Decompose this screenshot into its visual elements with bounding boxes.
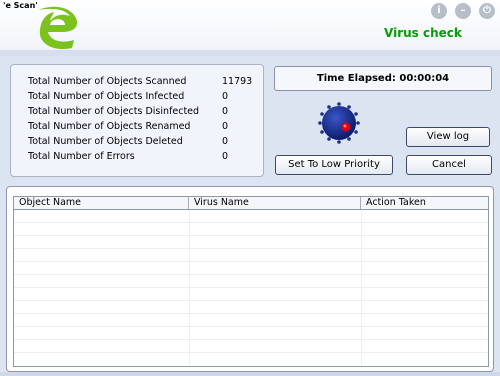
results-panel: Object Name Virus Name Action Taken <box>6 186 494 372</box>
row-line <box>14 313 488 314</box>
column-header-virus-name[interactable]: Virus Name <box>189 197 361 209</box>
scan-progress-globe-icon <box>318 102 360 144</box>
brand-name: 'e Scan' <box>3 1 38 10</box>
stat-value: 0 <box>222 91 229 102</box>
stat-value: 0 <box>222 151 229 162</box>
column-header-object-name[interactable]: Object Name <box>14 197 189 209</box>
low-priority-button[interactable]: Set To Low Priority <box>275 155 393 175</box>
window-title: Virus check <box>384 26 462 40</box>
row-line <box>14 261 488 262</box>
row-line <box>14 274 488 275</box>
stat-label: Total Number of Objects Infected <box>28 91 185 102</box>
stat-row-errors: Total Number of Errors 0 <box>28 151 258 165</box>
row-line <box>14 326 488 327</box>
stat-label: Total Number of Errors <box>28 151 135 162</box>
time-elapsed-label: Time Elapsed: <box>316 73 396 84</box>
cancel-label: Cancel <box>432 159 466 170</box>
stat-label: Total Number of Objects Scanned <box>28 76 187 87</box>
stat-value: 0 <box>222 121 229 132</box>
low-priority-label: Set To Low Priority <box>288 159 380 170</box>
stat-label: Total Number of Objects Deleted <box>28 136 183 147</box>
row-line <box>14 339 488 340</box>
stat-value: 0 <box>222 136 229 147</box>
stat-row-renamed: Total Number of Objects Renamed 0 <box>28 121 258 135</box>
stat-row-infected: Total Number of Objects Infected 0 <box>28 91 258 105</box>
cancel-button[interactable]: Cancel <box>406 155 492 175</box>
stat-row-scanned: Total Number of Objects Scanned 11793 <box>28 76 258 90</box>
footer-bar <box>0 372 500 376</box>
column-header-action-taken[interactable]: Action Taken <box>361 197 488 209</box>
view-log-label: View log <box>426 131 470 142</box>
row-line <box>14 352 488 353</box>
header-bar: 'e Scan' Virus check i – ⏻ <box>0 0 500 50</box>
results-table-header: Object Name Virus Name Action Taken <box>13 196 489 210</box>
stat-row-deleted: Total Number of Objects Deleted 0 <box>28 136 258 150</box>
header-separator <box>0 50 500 56</box>
row-line <box>14 222 488 223</box>
results-table-body[interactable] <box>13 210 489 367</box>
time-elapsed-display: Time Elapsed: 00:00:04 <box>274 66 492 91</box>
view-log-button[interactable]: View log <box>406 127 490 147</box>
stat-label: Total Number of Objects Disinfected <box>28 106 200 117</box>
row-line <box>14 235 488 236</box>
row-line <box>14 300 488 301</box>
info-icon[interactable]: i <box>431 3 447 19</box>
power-icon[interactable]: ⏻ <box>479 3 495 19</box>
row-line <box>14 248 488 249</box>
stat-value: 11793 <box>222 76 253 87</box>
stat-label: Total Number of Objects Renamed <box>28 121 191 132</box>
minimize-icon[interactable]: – <box>455 3 471 19</box>
stat-row-disinfected: Total Number of Objects Disinfected 0 <box>28 106 258 120</box>
row-line <box>14 287 488 288</box>
time-elapsed-value: 00:00:04 <box>399 73 450 84</box>
escan-logo <box>38 6 78 50</box>
stat-value: 0 <box>222 106 229 117</box>
scan-statistics-panel: Total Number of Objects Scanned 11793 To… <box>10 64 264 177</box>
